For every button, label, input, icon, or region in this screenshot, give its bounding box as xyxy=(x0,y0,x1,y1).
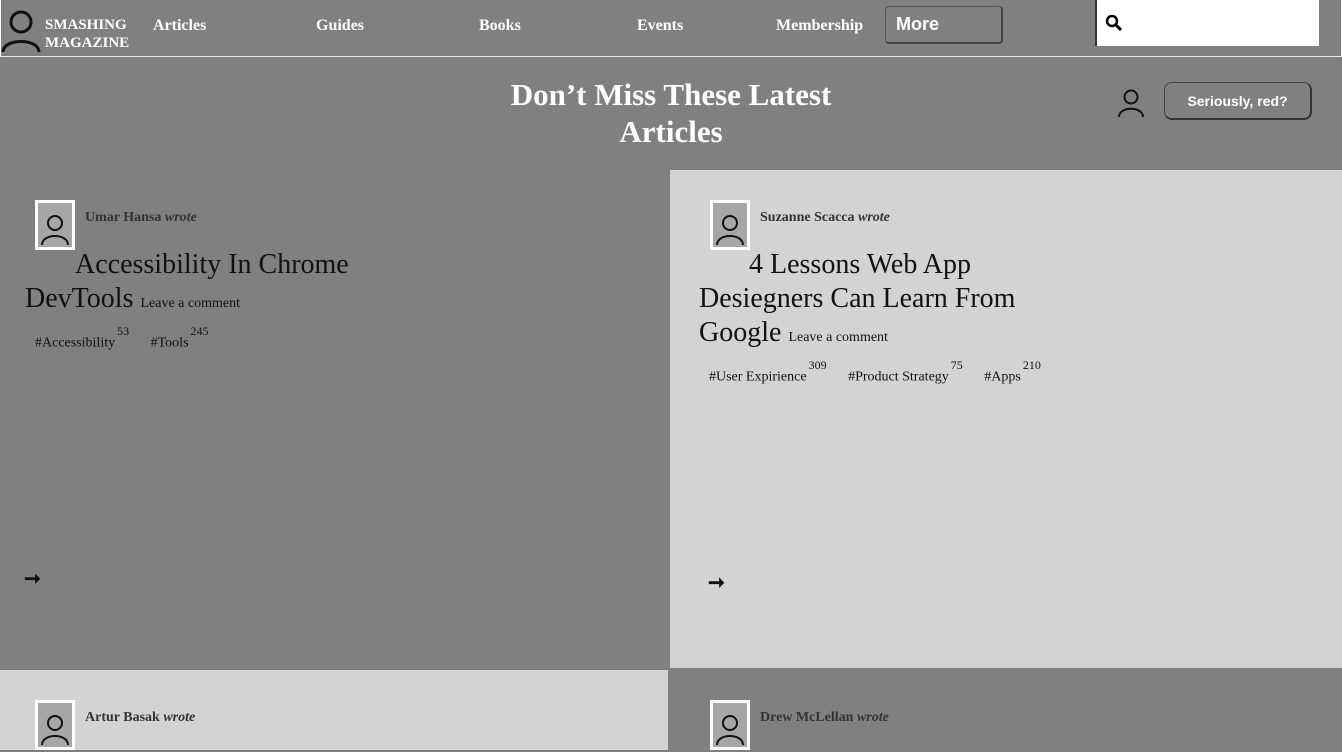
logo-line-1: SMASHING xyxy=(45,17,127,33)
read-more-arrow-icon[interactable]: ➞ xyxy=(708,570,725,595)
tag-count: 75 xyxy=(950,358,963,372)
article-card: Drew McLellan wrote xyxy=(668,670,1342,750)
author-byline: Umar Hansa wrote xyxy=(85,210,197,226)
wrote-label: wrote xyxy=(856,710,889,725)
read-more-arrow-icon[interactable]: ➞ xyxy=(24,566,41,591)
author-name[interactable]: Artur Basak xyxy=(85,710,160,725)
article-card: Suzanne Scacca wrote 4 Lessons Web App D… xyxy=(670,170,1342,668)
nav-books[interactable]: Books xyxy=(479,17,521,35)
tag[interactable]: #Apps210 xyxy=(984,358,1041,386)
more-button[interactable]: More xyxy=(885,6,1003,44)
tag-name: #Tools xyxy=(150,335,189,351)
tag[interactable]: #User Expirience309 xyxy=(709,358,827,386)
wrote-label: wrote xyxy=(164,210,197,225)
search-icon xyxy=(1105,14,1123,32)
author-avatar[interactable] xyxy=(710,200,750,250)
tag-count: 53 xyxy=(117,324,130,338)
author-byline: Artur Basak wrote xyxy=(85,710,195,726)
tag-list: #Accessibility53 #Tools245 xyxy=(35,324,227,352)
search-input[interactable] xyxy=(1127,8,1315,40)
avatar-icon xyxy=(38,703,72,747)
wrote-label: wrote xyxy=(858,210,890,225)
tag[interactable]: #Product Strategy75 xyxy=(848,358,963,386)
wrote-label: wrote xyxy=(163,710,196,725)
author-byline: Drew McLellan wrote xyxy=(760,710,889,726)
avatar-icon xyxy=(713,703,747,747)
tag-count: 309 xyxy=(808,358,827,372)
page-title-line-1: Don’t Miss These Latest xyxy=(510,77,832,112)
seriously-red-button[interactable]: Seriously, red? xyxy=(1164,82,1312,120)
author-byline: Suzanne Scacca wrote xyxy=(760,210,890,226)
leave-comment-link[interactable]: Leave a comment xyxy=(140,296,240,311)
nav-guides[interactable]: Guides xyxy=(316,17,364,35)
article-card: Artur Basak wrote xyxy=(0,670,668,750)
author-avatar[interactable] xyxy=(35,200,75,250)
tag-name: #User Expirience xyxy=(709,369,807,385)
tag-name: #Product Strategy xyxy=(848,369,949,385)
top-navigation: SMASHING MAGAZINE Articles Guides Books … xyxy=(0,0,1342,57)
search-box[interactable] xyxy=(1095,0,1319,46)
article-title: 4 Lessons Web App Desiegners Can Learn F… xyxy=(699,248,1059,355)
logo-text: SMASHING MAGAZINE xyxy=(45,16,129,52)
nav-membership[interactable]: Membership xyxy=(776,17,863,35)
author-name[interactable]: Umar Hansa xyxy=(85,210,161,225)
logo[interactable]: SMASHING MAGAZINE xyxy=(1,8,141,52)
page-title-line-2: Articles xyxy=(619,114,723,149)
author-avatar[interactable] xyxy=(710,700,750,750)
tag-name: #Apps xyxy=(984,369,1021,385)
author-name[interactable]: Drew McLellan xyxy=(760,710,853,725)
user-account-icon[interactable] xyxy=(1116,88,1146,118)
tag-count: 245 xyxy=(190,324,209,338)
avatar-icon xyxy=(38,203,72,247)
tag-list: #User Expirience309 #Product Strategy75 … xyxy=(709,358,1059,386)
tag[interactable]: #Accessibility53 xyxy=(35,324,129,352)
tag-count: 210 xyxy=(1022,358,1041,372)
article-title: Accessibility In Chrome DevTools Leave a… xyxy=(25,248,415,321)
logo-line-2: MAGAZINE xyxy=(45,35,130,51)
leave-comment-link[interactable]: Leave a comment xyxy=(788,330,888,345)
author-name[interactable]: Suzanne Scacca xyxy=(760,210,855,225)
avatar-icon xyxy=(713,203,747,247)
author-avatar[interactable] xyxy=(35,700,75,750)
user-logo-icon xyxy=(1,10,41,52)
article-card: Umar Hansa wrote Accessibility In Chrome… xyxy=(0,170,670,670)
tag-name: #Accessibility xyxy=(35,335,116,351)
nav-articles[interactable]: Articles xyxy=(153,17,206,35)
tag[interactable]: #Tools245 xyxy=(150,324,209,352)
nav-events[interactable]: Events xyxy=(637,17,683,35)
